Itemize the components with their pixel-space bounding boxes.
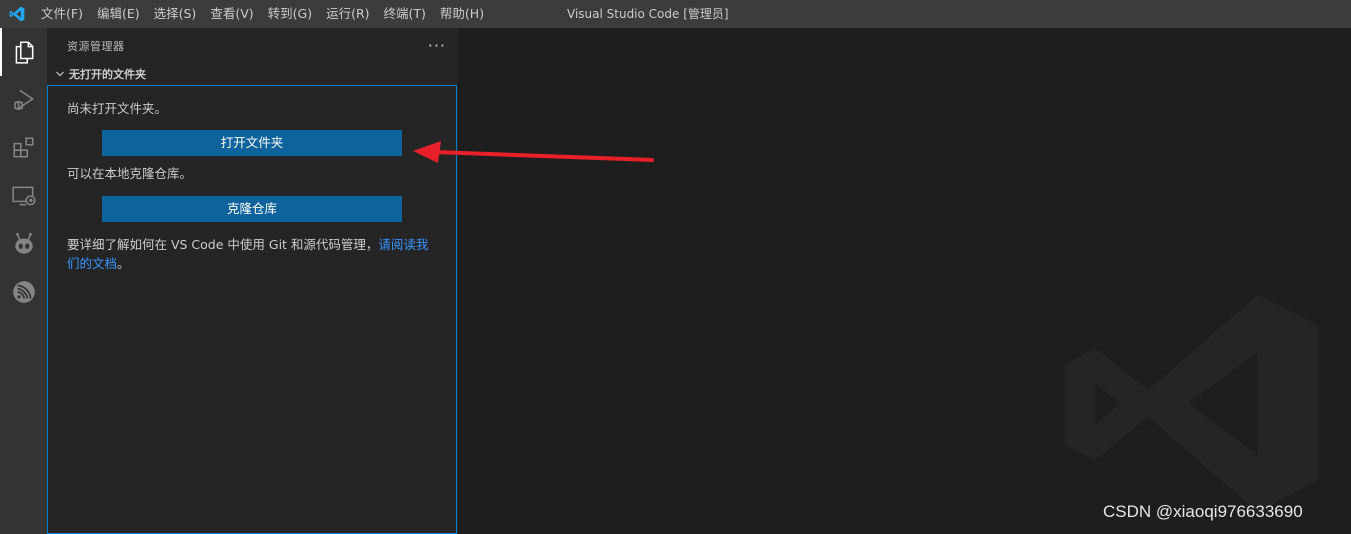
no-folder-message: 尚未打开文件夹。 — [67, 101, 168, 116]
section-title: 无打开的文件夹 — [69, 68, 146, 81]
remote-explorer-icon — [11, 186, 36, 206]
menu-file[interactable]: 文件(F) — [34, 0, 90, 28]
learn-more-message: 要详细了解如何在 VS Code 中使用 Git 和源代码管理，请阅读我们的文档… — [67, 235, 439, 273]
csdn-watermark: CSDN @xiaoqi976633690 — [1103, 502, 1303, 521]
explorer-files-icon — [15, 41, 33, 64]
extensions-icon — [12, 137, 33, 158]
chevron-down-icon — [53, 69, 67, 79]
clone-repository-button[interactable]: 克隆仓库 — [102, 196, 402, 222]
activity-explorer[interactable] — [0, 28, 47, 76]
activity-bar — [0, 28, 47, 534]
menu-run[interactable]: 运行(R) — [319, 0, 376, 28]
platformio-alien-icon — [14, 232, 33, 254]
section-header-no-folder[interactable]: 无打开的文件夹 — [47, 63, 458, 85]
annotation-arrow — [413, 141, 654, 163]
open-folder-button[interactable]: 打开文件夹 — [102, 130, 402, 156]
sidebar-title: 资源管理器 — [67, 39, 125, 53]
run-debug-icon — [13, 89, 34, 110]
explorer-sidebar: 资源管理器 ··· 无打开的文件夹 尚未打开文件夹。 打开文件夹 可以在本地克隆… — [47, 28, 458, 534]
learn-more-suffix: 。 — [117, 256, 130, 271]
espressif-icon — [12, 281, 35, 303]
menu-selection[interactable]: 选择(S) — [147, 0, 204, 28]
clone-message: 可以在本地克隆仓库。 — [67, 166, 193, 181]
vscode-watermark-logo — [1065, 295, 1318, 512]
menu-go[interactable]: 转到(G) — [261, 0, 319, 28]
activity-espressif[interactable] — [0, 268, 47, 316]
activity-run-debug[interactable] — [0, 76, 47, 124]
activity-extensions[interactable] — [0, 124, 47, 172]
learn-more-text: 要详细了解如何在 VS Code 中使用 Git 和源代码管理， — [67, 237, 379, 252]
sidebar-header: 资源管理器 ··· — [47, 28, 458, 63]
activity-platformio[interactable] — [0, 220, 47, 268]
more-actions-icon[interactable]: ··· — [428, 36, 446, 55]
vscode-logo-icon — [0, 0, 34, 28]
activity-remote-explorer[interactable] — [0, 172, 47, 220]
menu-view[interactable]: 查看(V) — [203, 0, 260, 28]
menu-edit[interactable]: 编辑(E) — [90, 0, 147, 28]
menu-help[interactable]: 帮助(H) — [433, 0, 491, 28]
menu-terminal[interactable]: 终端(T) — [377, 0, 433, 28]
welcome-view: 尚未打开文件夹。 打开文件夹 可以在本地克隆仓库。 克隆仓库 要详细了解如何在 … — [47, 85, 457, 534]
menu-bar: 文件(F) 编辑(E) 选择(S) 查看(V) 转到(G) 运行(R) 终端(T… — [34, 0, 491, 28]
title-bar: 文件(F) 编辑(E) 选择(S) 查看(V) 转到(G) 运行(R) 终端(T… — [0, 0, 1351, 28]
